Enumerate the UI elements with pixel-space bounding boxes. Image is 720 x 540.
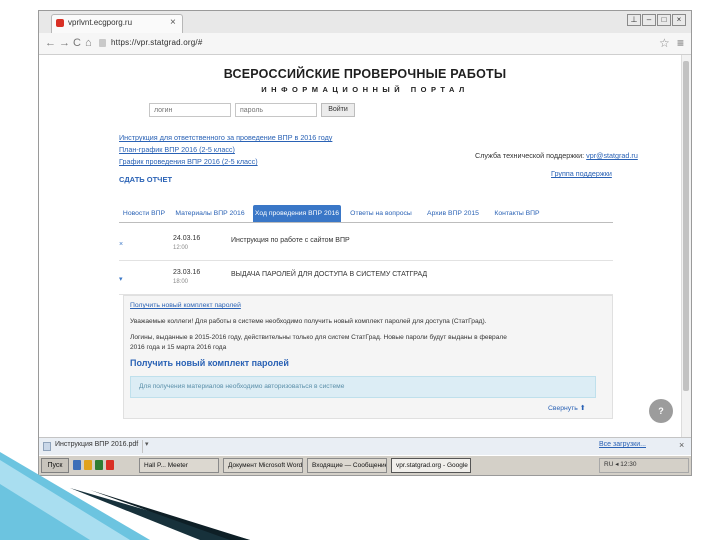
tab-progress[interactable]: Ход проведения ВПР 2016	[253, 205, 341, 222]
news-time: 12:00	[173, 245, 189, 251]
login-input[interactable]	[149, 103, 231, 117]
page-subtitle: ИНФОРМАЦИОННЫЙ ПОРТАЛ	[261, 85, 469, 94]
collapse-link[interactable]: Свернуть ⬆	[548, 404, 585, 412]
send-report-link[interactable]: СДАТЬ ОТЧЕТ	[119, 175, 172, 184]
home-icon[interactable]: ⌂	[85, 37, 92, 49]
login-button[interactable]: Войти	[321, 103, 355, 117]
web-page: ВСЕРОССИЙСКИЕ ПРОВЕРОЧНЫЕ РАБОТЫ ИНФОРМА…	[39, 55, 691, 437]
news-title: Инструкция по работе с сайтом ВПР	[231, 237, 350, 244]
tab-news[interactable]: Новости ВПР	[121, 205, 167, 222]
tab-faq[interactable]: Ответы на вопросы	[345, 205, 417, 222]
address-bar[interactable]: https://vpr.statgrad.org/#	[111, 38, 202, 47]
help-button[interactable]: ?	[649, 399, 673, 423]
expand-icon[interactable]: ▾	[119, 275, 123, 283]
news-date: 24.03.16	[173, 235, 201, 242]
forward-icon[interactable]: →	[59, 37, 70, 49]
tab-title: vprlvnt.ecgporg.ru	[68, 18, 133, 27]
scrollbar-thumb[interactable]	[683, 61, 689, 391]
back-icon[interactable]: ←	[45, 37, 56, 49]
browser-toolbar: ← → C ⌂ https://vpr.statgrad.org/# ☆ ≡	[39, 33, 691, 55]
news-date: 23.03.16	[173, 269, 201, 276]
detail-heading: Получить новый комплект паролей	[130, 358, 289, 368]
tab-strip: vprlvnt.ecgporg.ru × ⊥ – □ ×	[39, 11, 691, 33]
info-alert-text: Для получения материалов необходимо авто…	[139, 383, 345, 390]
detail-paragraph: Уважаемые коллеги! Для работы в системе …	[130, 318, 487, 325]
slide-corner-decoration	[0, 452, 250, 540]
detail-paragraph: Логины, выданные в 2015-2016 году, дейст…	[130, 334, 507, 341]
info-alert: Для получения материалов необходимо авто…	[130, 376, 596, 398]
password-input[interactable]	[235, 103, 317, 117]
news-title: ВЫДАЧА ПАРОЛЕЙ ДЛЯ ДОСТУПА В СИСТЕМУ СТА…	[231, 271, 428, 278]
page-title: ВСЕРОССИЙСКИЕ ПРОВЕРОЧНЫЕ РАБОТЫ	[223, 67, 507, 81]
support-email-link[interactable]: vpr@statgrad.ru	[586, 151, 638, 160]
instruction-link[interactable]: Инструкция для ответственного за проведе…	[119, 133, 332, 142]
support-group-link[interactable]: Группа поддержки	[551, 169, 612, 178]
favicon-icon	[56, 19, 64, 27]
new-passwords-link[interactable]: Получить новый комплект паролей	[130, 302, 241, 309]
detail-paragraph: 2016 года и 15 марта 2016 года	[130, 344, 227, 351]
tab-contacts[interactable]: Контакты ВПР	[489, 205, 545, 222]
reload-icon[interactable]: C	[73, 37, 81, 49]
tab-materials[interactable]: Материалы ВПР 2016	[171, 205, 249, 222]
maximize-button[interactable]: □	[657, 14, 671, 26]
support-label: Служба технической поддержки:	[475, 151, 585, 160]
tab-close-icon[interactable]: ×	[170, 17, 176, 28]
news-time: 18:00	[173, 279, 189, 285]
plan-schedule-link[interactable]: План-график ВПР 2016 (2-5 класс)	[119, 145, 235, 154]
close-window-button[interactable]: ×	[672, 14, 686, 26]
support-info: Служба технической поддержки: vpr@statgr…	[475, 151, 638, 160]
browser-tab[interactable]: vprlvnt.ecgporg.ru ×	[51, 14, 183, 33]
content-tabs: Новости ВПР Материалы ВПР 2016 Ход прове…	[119, 205, 613, 223]
bookmark-star-icon[interactable]: ☆	[659, 36, 670, 50]
tab-archive[interactable]: Архив ВПР 2015	[421, 205, 485, 222]
collapse-icon[interactable]: ×	[119, 241, 123, 248]
menu-icon[interactable]: ≡	[677, 36, 684, 50]
schedule-link[interactable]: График проведения ВПР 2016 (2-5 класс)	[119, 157, 258, 166]
page-info-icon[interactable]	[99, 39, 106, 47]
news-row[interactable]: × 24.03.16 12:00 Инструкция по работе с …	[119, 227, 613, 261]
news-row[interactable]: ▾ 23.03.16 18:00 ВЫДАЧА ПАРОЛЕЙ ДЛЯ ДОСТ…	[119, 261, 613, 295]
user-icon[interactable]: ⊥	[627, 14, 641, 26]
minimize-button[interactable]: –	[642, 14, 656, 26]
news-detail-panel: Получить новый комплект паролей Уважаемы…	[123, 295, 613, 419]
browser-window: vprlvnt.ecgporg.ru × ⊥ – □ × ← → C ⌂ htt…	[38, 10, 692, 476]
